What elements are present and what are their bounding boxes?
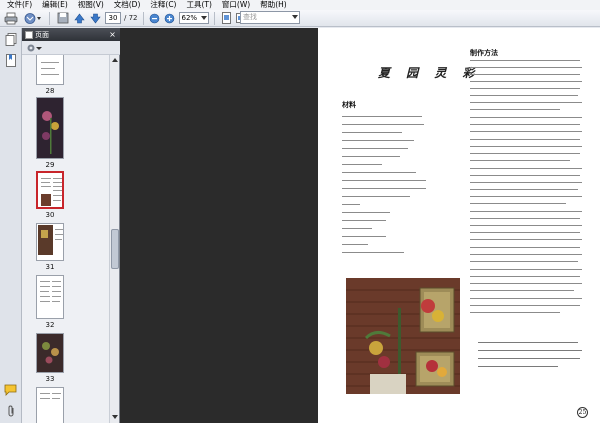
menu-view[interactable]: 视图(V) — [73, 0, 109, 10]
gear-icon — [27, 44, 35, 51]
panel-title: 页面 — [35, 30, 49, 39]
zoom-select[interactable]: 62% — [178, 12, 209, 24]
document-page: 夏 园 灵 彩 材料 制作方法 25 — [318, 28, 600, 423]
method-heading: 制作方法 — [470, 48, 498, 57]
email-icon — [24, 12, 41, 24]
flower-arrangement-photo — [346, 278, 460, 394]
page-thumbnail[interactable] — [36, 275, 64, 319]
zoom-in-icon — [164, 13, 175, 23]
menu-tools[interactable]: 工具(T) — [181, 0, 216, 10]
thumbnail-scrollbar[interactable] — [109, 55, 119, 423]
chevron-down-icon — [292, 15, 298, 19]
fit-page-icon — [221, 12, 231, 24]
search-field[interactable]: 查找 — [240, 11, 300, 24]
menu-help[interactable]: 帮助(H) — [255, 0, 292, 10]
page-number-badge: 25 — [577, 407, 588, 418]
zoom-in-button[interactable] — [164, 11, 176, 25]
fit-page-button[interactable] — [220, 11, 233, 25]
menu-bar: 文件(F) 编辑(E) 视图(V) 文档(D) 注释(C) 工具(T) 窗口(W… — [0, 0, 600, 10]
close-icon[interactable]: × — [108, 30, 117, 39]
page-down-icon — [90, 13, 101, 23]
materials-heading: 材料 — [342, 100, 356, 109]
thumbnail-list: 28 29 30 31 32 33 — [22, 55, 110, 423]
flower-image — [37, 334, 63, 372]
thumbnail-label: 32 — [45, 321, 55, 329]
zoom-out-icon — [149, 13, 160, 23]
pages-panel-icon — [5, 33, 16, 46]
comments-icon — [4, 384, 17, 396]
flower-arrangement-image — [346, 278, 460, 394]
page-thumbnail[interactable] — [36, 387, 64, 423]
scroll-down-icon[interactable] — [111, 413, 119, 421]
page-up-button[interactable] — [73, 11, 86, 25]
zoom-out-button[interactable] — [149, 11, 161, 25]
page-down-button[interactable] — [89, 11, 102, 25]
chevron-down-icon — [36, 46, 42, 50]
panel-header: 页面 × — [22, 28, 120, 41]
menu-edit[interactable]: 编辑(E) — [37, 0, 73, 10]
toolbar-separator — [49, 11, 50, 25]
comments-button[interactable] — [3, 382, 18, 397]
navigation-strip — [0, 28, 22, 423]
thumbnail-label: 29 — [45, 161, 55, 169]
thumbnail-label: 28 — [45, 87, 55, 95]
pages-panel: 页面 × 28 29 30 31 32 33 — [22, 28, 120, 423]
thumbnail-label: 31 — [45, 263, 55, 271]
attachments-button[interactable] — [3, 404, 18, 419]
toolbar-separator — [142, 11, 144, 25]
pages-panel-icon — [25, 30, 33, 39]
page-thumbnail[interactable] — [36, 97, 64, 159]
print-button[interactable] — [3, 11, 19, 25]
zoom-value: 62% — [181, 14, 198, 22]
pages-panel-button[interactable] — [3, 32, 18, 47]
menu-file[interactable]: 文件(F) — [2, 0, 37, 10]
total-pages-label: / 72 — [124, 14, 138, 22]
scroll-up-icon[interactable] — [111, 56, 119, 64]
page-thumbnail[interactable] — [36, 333, 64, 373]
acrobat-window: 文件(F) 编辑(E) 视图(V) 文档(D) 注释(C) 工具(T) 窗口(W… — [0, 0, 600, 423]
save-icon — [57, 12, 68, 24]
email-button[interactable] — [22, 11, 44, 25]
panel-options — [22, 41, 120, 55]
options-button[interactable] — [26, 43, 42, 53]
thumbnail-label: 33 — [45, 375, 55, 383]
bookmark-icon — [5, 54, 16, 67]
page-thumbnail[interactable] — [36, 223, 64, 261]
flower-image — [37, 98, 63, 158]
toolbar-separator — [213, 11, 215, 25]
save-button[interactable] — [55, 11, 70, 25]
toolbar: 30 / 72 62% 查找 — [0, 10, 600, 27]
page-thumbnail[interactable] — [36, 55, 64, 85]
search-placeholder: 查找 — [243, 13, 257, 21]
menu-window[interactable]: 窗口(W) — [217, 0, 255, 10]
chevron-down-icon — [200, 16, 207, 20]
attachments-icon — [8, 405, 13, 417]
scrollbar-thumb[interactable] — [111, 229, 119, 269]
page-number-input[interactable]: 30 — [105, 12, 121, 24]
menu-document[interactable]: 文档(D) — [109, 0, 146, 10]
bookmarks-button[interactable] — [3, 53, 18, 68]
page-thumbnail-selected[interactable] — [36, 171, 64, 209]
page-title: 夏 园 灵 彩 — [378, 66, 481, 80]
print-icon — [4, 12, 18, 24]
thumbnail-label: 30 — [45, 211, 55, 219]
menu-comments[interactable]: 注释(C) — [145, 0, 181, 10]
page-up-icon — [74, 13, 85, 23]
